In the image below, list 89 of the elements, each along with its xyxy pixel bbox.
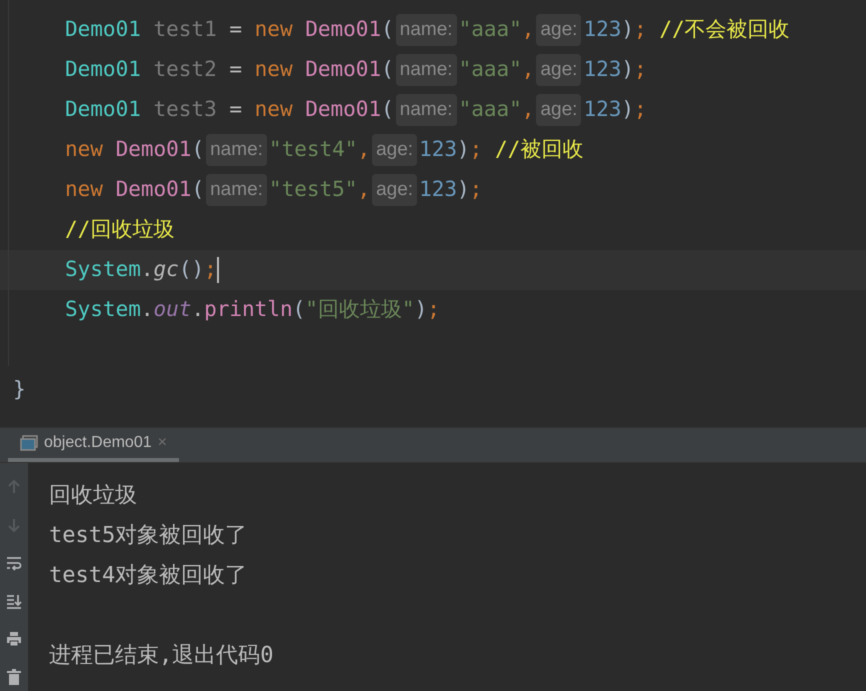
exit-message: 进程已结束,退出代码0 bbox=[49, 642, 274, 670]
type-name: System bbox=[65, 296, 141, 324]
parameter-hint: name: bbox=[396, 94, 457, 126]
parenthesis: ( bbox=[292, 296, 306, 324]
keyword: new bbox=[254, 16, 293, 44]
string-literal: "test4" bbox=[268, 136, 358, 164]
method-name: Demo01 bbox=[304, 96, 382, 124]
operator: = bbox=[228, 56, 244, 84]
punctuation: ; bbox=[634, 16, 648, 44]
variable-name: test1 bbox=[152, 16, 217, 44]
type-name: Demo01 bbox=[65, 96, 141, 124]
punctuation: , bbox=[522, 56, 534, 84]
punctuation: ; bbox=[427, 296, 440, 324]
punctuation: ; bbox=[470, 136, 484, 164]
parameter-hint: age: bbox=[372, 174, 418, 206]
console-output-line: test5对象被回收了 bbox=[49, 522, 248, 550]
string-literal: "回收垃圾" bbox=[305, 296, 415, 324]
code-comment: //不会被回收 bbox=[659, 16, 790, 44]
method-name: println bbox=[204, 296, 293, 324]
operator: . bbox=[191, 296, 204, 324]
parameter-hint: age: bbox=[536, 54, 582, 86]
string-literal: "aaa" bbox=[458, 56, 522, 84]
parenthesis: () bbox=[178, 256, 204, 284]
parameter-hint: name: bbox=[206, 134, 267, 166]
keyword: new bbox=[65, 176, 103, 204]
method-name: Demo01 bbox=[304, 16, 382, 44]
parameter-hint: name: bbox=[396, 14, 457, 46]
punctuation: , bbox=[357, 176, 370, 204]
trash-icon[interactable] bbox=[6, 669, 22, 685]
parenthesis: ( bbox=[191, 176, 204, 204]
tab-label: object.Demo01 bbox=[44, 432, 152, 452]
method-name: Demo01 bbox=[304, 56, 382, 84]
string-literal: "test5" bbox=[268, 176, 358, 204]
parameter-hint: age: bbox=[536, 14, 582, 46]
parenthesis: ) bbox=[621, 56, 634, 84]
console-output-line: 回收垃圾 bbox=[49, 482, 137, 510]
parenthesis: ) bbox=[457, 176, 470, 204]
variable-name: test2 bbox=[152, 56, 217, 84]
scroll-to-end-icon[interactable] bbox=[6, 593, 22, 609]
operator: . bbox=[140, 256, 154, 284]
string-literal: "aaa" bbox=[458, 96, 522, 124]
keyword: new bbox=[254, 56, 293, 84]
parameter-hint: name: bbox=[396, 54, 457, 86]
text-cursor bbox=[216, 257, 219, 283]
code-comment: //被回收 bbox=[494, 136, 584, 164]
keyword: new bbox=[65, 136, 103, 164]
type-name: Demo01 bbox=[65, 16, 141, 44]
parenthesis: ( bbox=[381, 56, 394, 84]
printer-icon[interactable] bbox=[6, 631, 22, 647]
parenthesis: ( bbox=[381, 16, 394, 44]
method-name: Demo01 bbox=[114, 136, 192, 164]
console-output-line: test4对象被回收了 bbox=[49, 562, 248, 590]
punctuation: ; bbox=[204, 256, 217, 284]
number-literal: 123 bbox=[419, 136, 458, 164]
punctuation: ; bbox=[634, 56, 647, 84]
parameter-hint: age: bbox=[372, 134, 418, 166]
run-tab[interactable]: object.Demo01 × bbox=[8, 427, 179, 462]
string-literal: "aaa" bbox=[458, 16, 522, 44]
punctuation: , bbox=[522, 16, 534, 44]
type-name: Demo01 bbox=[65, 56, 141, 84]
number-literal: 123 bbox=[583, 56, 622, 84]
punctuation: ; bbox=[634, 96, 647, 124]
punctuation: ; bbox=[470, 176, 482, 204]
type-name: System bbox=[65, 256, 141, 284]
parenthesis: ) bbox=[457, 136, 470, 164]
parenthesis: ) bbox=[621, 16, 634, 44]
number-literal: 123 bbox=[419, 176, 458, 204]
punctuation: , bbox=[357, 136, 370, 164]
parenthesis: ( bbox=[191, 136, 204, 164]
parameter-hint: name: bbox=[206, 174, 267, 206]
parameter-hint: age: bbox=[536, 94, 582, 126]
parenthesis: ) bbox=[621, 96, 634, 124]
operator: = bbox=[228, 96, 244, 124]
number-literal: 123 bbox=[583, 96, 622, 124]
punctuation: , bbox=[522, 96, 534, 124]
field-name: out bbox=[154, 296, 192, 324]
window-icon bbox=[20, 434, 38, 450]
keyword: new bbox=[254, 96, 293, 124]
method-call: gc bbox=[154, 256, 179, 284]
operator: . bbox=[140, 296, 154, 324]
parenthesis: ( bbox=[381, 96, 394, 124]
soft-wrap-icon[interactable] bbox=[6, 555, 22, 571]
operator: = bbox=[228, 16, 244, 44]
method-name: Demo01 bbox=[114, 176, 192, 204]
number-literal: 123 bbox=[583, 16, 622, 44]
closing-brace: } bbox=[13, 376, 26, 404]
variable-name: test3 bbox=[152, 96, 217, 124]
code-comment: //回收垃圾 bbox=[65, 216, 174, 244]
parenthesis: ) bbox=[414, 296, 428, 324]
